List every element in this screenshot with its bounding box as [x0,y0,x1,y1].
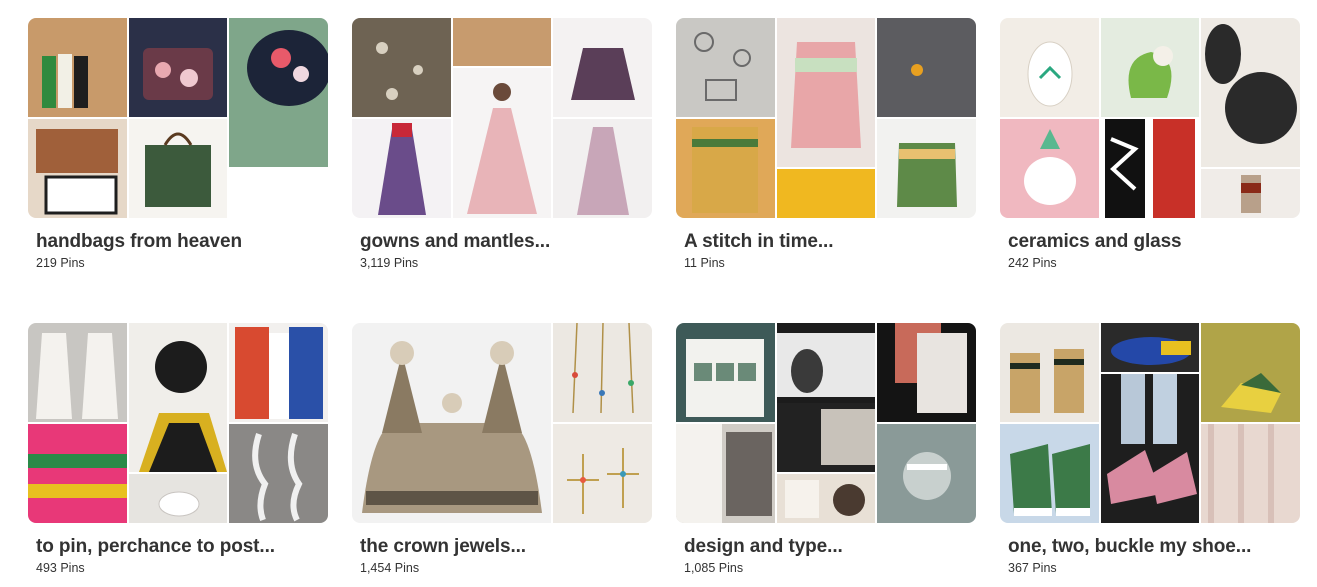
board-title[interactable]: design and type... [684,536,843,558]
board-cover[interactable] [28,18,328,218]
cover-image-2 [553,323,652,422]
cover-image-5 [129,474,227,523]
cover-image-main [352,18,451,117]
board-card[interactable]: one, two, buckle my shoe... 367 Pins [1000,323,1300,575]
cover-image-2 [1101,323,1199,372]
board-pin-count: 242 Pins [1008,256,1057,270]
cover-image-2 [129,323,227,472]
cover-image-5 [1101,119,1199,218]
board-title[interactable]: A stitch in time... [684,231,834,253]
board-pin-count: 219 Pins [36,256,85,270]
board-title[interactable]: the crown jewels... [360,536,526,558]
board-cover[interactable] [1000,18,1300,218]
cover-image-6 [229,169,328,218]
cover-image-4 [1000,119,1099,218]
cover-image-3 [553,18,652,117]
cover-image-main [676,18,775,117]
cover-image-6 [877,424,976,523]
boards-grid: handbags from heaven 219 Pins gowns and … [0,0,1317,587]
board-cover[interactable] [676,18,976,218]
cover-image-4 [1000,424,1099,523]
board-title[interactable]: one, two, buckle my shoe... [1008,536,1251,558]
cover-image-4 [676,424,775,523]
cover-image-5 [777,169,875,218]
cover-image-2 [453,18,551,66]
cover-image-6 [229,424,328,523]
cover-image-main [1000,323,1099,422]
cover-image-5 [777,474,875,523]
board-pin-count: 493 Pins [36,561,85,575]
cover-image-main [676,323,775,422]
cover-image-3 [553,424,652,523]
board-cover[interactable] [676,323,976,523]
cover-image-main [1000,18,1099,117]
board-title[interactable]: handbags from heaven [36,231,242,253]
board-card[interactable]: A stitch in time... 11 Pins [676,18,976,270]
board-card[interactable]: to pin, perchance to post... 493 Pins [28,323,328,575]
board-pin-count: 11 Pins [684,256,725,270]
board-pin-count: 1,454 Pins [360,561,420,575]
cover-image-6 [553,119,652,218]
board-title[interactable]: to pin, perchance to post... [36,536,275,558]
cover-image-6 [1201,424,1300,523]
cover-image-5 [453,68,551,218]
board-cover[interactable] [352,18,652,218]
board-card[interactable]: gowns and mantles... 3,119 Pins [352,18,652,270]
cover-image-4 [676,119,775,218]
cover-image-4 [28,424,127,523]
board-card[interactable]: the crown jewels... 1,454 Pins [352,323,652,575]
board-cover[interactable] [352,323,652,523]
cover-image-3 [1201,323,1300,422]
cover-image-2 [777,18,875,167]
cover-image-main [28,323,127,422]
board-cover[interactable] [1000,323,1300,523]
board-title[interactable]: ceramics and glass [1008,231,1182,253]
board-pin-count: 367 Pins [1008,561,1057,575]
cover-image-2 [1101,18,1199,117]
cover-image-3 [229,323,328,422]
cover-image-6 [877,119,976,218]
cover-image-4 [28,119,127,218]
board-cover[interactable] [28,323,328,523]
board-card[interactable]: ceramics and glass 242 Pins [1000,18,1300,270]
cover-image-main [352,323,551,523]
cover-image-5 [1101,374,1199,523]
cover-image-4 [352,119,451,218]
cover-image-6 [1201,169,1300,218]
cover-image-3 [1201,18,1300,167]
cover-image-2 [777,323,875,472]
cover-image-5 [129,119,227,218]
cover-image-3 [229,18,328,167]
board-title[interactable]: gowns and mantles... [360,231,550,253]
cover-image-3 [877,18,976,117]
board-pin-count: 3,119 Pins [360,256,419,270]
cover-image-3 [877,323,976,422]
board-card[interactable]: handbags from heaven 219 Pins [28,18,328,270]
board-card[interactable]: design and type... 1,085 Pins [676,323,976,575]
cover-image-2 [129,18,227,117]
cover-image-main [28,18,127,117]
board-pin-count: 1,085 Pins [684,561,744,575]
